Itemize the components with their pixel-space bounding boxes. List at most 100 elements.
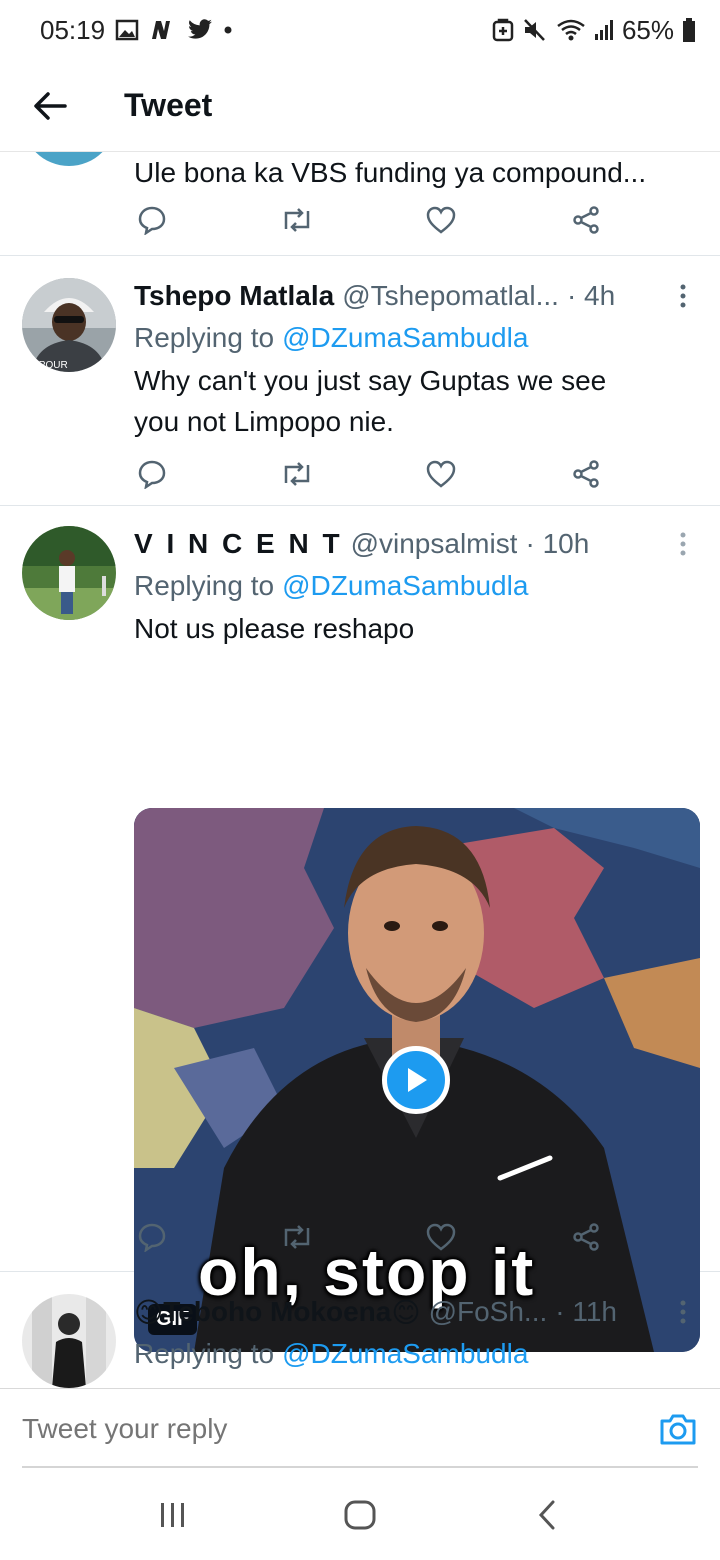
share-button[interactable] xyxy=(568,456,604,492)
comment-icon xyxy=(138,460,166,489)
reply-button[interactable] xyxy=(134,202,170,238)
reply-input[interactable] xyxy=(22,1409,622,1449)
home-button[interactable] xyxy=(330,1485,390,1545)
back-nav-button[interactable] xyxy=(517,1485,577,1545)
like-button[interactable] xyxy=(423,456,459,492)
reply-button[interactable] xyxy=(134,1219,170,1255)
camera-icon xyxy=(660,1414,696,1445)
recent-apps-icon xyxy=(161,1503,185,1527)
retweet-icon xyxy=(284,462,309,486)
tweet-text-line: Why can't you just say Guptas we see xyxy=(134,365,607,396)
like-button[interactable] xyxy=(423,1219,459,1255)
avatar[interactable] xyxy=(22,526,116,620)
dot-icon xyxy=(223,25,233,35)
avatar-shirt-text: IPOUR xyxy=(36,360,68,371)
tweet-item[interactable]: Ule bona ka VBS funding ya compound... xyxy=(0,152,720,256)
tweet-item[interactable]: V I N C E N T @vinpsalmist · 10h Replyin… xyxy=(0,506,720,1352)
tweet-body: V I N C E N T @vinpsalmist · 10h Replyin… xyxy=(134,524,698,649)
mute-icon xyxy=(522,18,548,42)
avatar[interactable] xyxy=(22,1294,116,1388)
app-header: Tweet xyxy=(0,60,720,152)
reply-button[interactable] xyxy=(134,456,170,492)
emoji-smile: 😊 xyxy=(134,1296,164,1328)
retweet-button[interactable] xyxy=(279,1219,315,1255)
tweet-text: Not us please reshapo xyxy=(134,613,415,644)
share-icon xyxy=(573,460,599,488)
like-button[interactable] xyxy=(423,202,459,238)
more-vertical-icon xyxy=(680,284,686,308)
replying-to-link[interactable]: @DZumaSambudla xyxy=(282,322,528,354)
retweet-button[interactable] xyxy=(279,456,315,492)
author-name[interactable]: Teboho Mokoena xyxy=(163,1296,391,1328)
tweet-feed[interactable]: Ule bona ka VBS funding ya compound... I… xyxy=(0,152,720,1388)
gallery-icon xyxy=(115,19,139,41)
heart-icon xyxy=(427,1223,456,1251)
more-button[interactable] xyxy=(668,524,698,564)
page-title: Tweet xyxy=(124,87,213,123)
heart-icon xyxy=(427,460,456,488)
tweet-text: Ule bona ka VBS funding ya compound... xyxy=(134,157,647,188)
gif-media[interactable]: oh, stop it GIF xyxy=(134,808,700,1352)
share-icon xyxy=(573,206,599,234)
recent-apps-button[interactable] xyxy=(143,1485,203,1545)
retweet-icon xyxy=(284,208,309,232)
tweet-actions xyxy=(134,198,604,242)
tweet-text: Why can't you just say Guptas we see you… xyxy=(134,360,698,442)
replying-label: Replying to xyxy=(134,1338,275,1369)
tweet-text-line: you not Limpopo nie. xyxy=(134,406,394,437)
tweet-body: Ule bona ka VBS funding ya compound... xyxy=(134,152,698,193)
system-navbar xyxy=(0,1470,720,1560)
battery-icon xyxy=(682,17,696,43)
signal-icon xyxy=(594,18,614,42)
replying-to-link[interactable]: @DZumaSambudla xyxy=(282,1338,528,1370)
reply-composer xyxy=(0,1388,720,1468)
author-name[interactable]: V I N C E N T xyxy=(134,528,343,560)
home-icon xyxy=(344,1500,376,1530)
replying-to: Replying to @DZumaSambudla xyxy=(134,1332,698,1376)
more-vertical-icon xyxy=(680,1300,686,1324)
replying-to: Replying to @DZumaSambudla xyxy=(134,564,698,608)
tweet-header: V I N C E N T @vinpsalmist · 10h xyxy=(134,524,698,564)
more-button[interactable] xyxy=(668,1292,698,1332)
avatar[interactable] xyxy=(22,152,116,166)
heart-icon xyxy=(427,206,456,234)
status-right: 65% xyxy=(492,15,696,46)
author-handle[interactable]: @Tshepomatlal... xyxy=(342,280,559,312)
vpn-icon xyxy=(492,18,514,42)
share-icon xyxy=(573,1223,599,1251)
status-left: 05:19 xyxy=(40,15,233,46)
tweet-time: · 11h xyxy=(555,1296,617,1327)
replying-to-link[interactable]: @DZumaSambudla xyxy=(282,570,528,602)
tweet-body: 😊 Teboho Mokoena 😊 @FoSh... · 11h Replyi… xyxy=(134,1292,698,1376)
more-vertical-icon xyxy=(680,532,686,556)
play-button[interactable] xyxy=(382,1046,450,1114)
back-button[interactable] xyxy=(20,76,80,136)
composer-underline xyxy=(22,1466,698,1468)
news-icon xyxy=(149,19,177,41)
status-bar: 05:19 65% xyxy=(0,0,720,60)
author-name[interactable]: Tshepo Matlala xyxy=(134,280,334,312)
tweet-item[interactable]: 😊 Teboho Mokoena 😊 @FoSh... · 11h Replyi… xyxy=(0,1272,720,1388)
play-icon xyxy=(408,1068,427,1092)
replying-label: Replying to xyxy=(134,322,275,353)
chevron-left-icon xyxy=(538,1500,555,1530)
replying-to: Replying to @DZumaSambudla xyxy=(134,316,698,360)
retweet-button[interactable] xyxy=(279,202,315,238)
twitter-icon xyxy=(187,19,213,41)
camera-button[interactable] xyxy=(658,1409,698,1449)
author-handle[interactable]: @FoSh... xyxy=(429,1296,548,1328)
more-button[interactable] xyxy=(668,276,698,316)
share-button[interactable] xyxy=(568,1219,604,1255)
replying-label: Replying to xyxy=(134,570,275,601)
wifi-icon xyxy=(556,18,586,42)
tweet-item[interactable]: IPOUR Tshepo Matlala @Tshepomatlal... · … xyxy=(0,256,720,506)
avatar[interactable]: IPOUR xyxy=(22,278,116,372)
arrow-left-icon xyxy=(34,91,67,120)
tweet-body: Tshepo Matlala @Tshepomatlal... · 4h Rep… xyxy=(134,276,698,442)
battery-percent: 65% xyxy=(621,14,674,45)
share-button[interactable] xyxy=(568,202,604,238)
tweet-actions xyxy=(134,452,604,496)
status-time: 05:19 xyxy=(40,14,106,45)
emoji-smile: 😊 xyxy=(391,1296,421,1328)
author-handle[interactable]: @vinpsalmist xyxy=(351,528,518,560)
